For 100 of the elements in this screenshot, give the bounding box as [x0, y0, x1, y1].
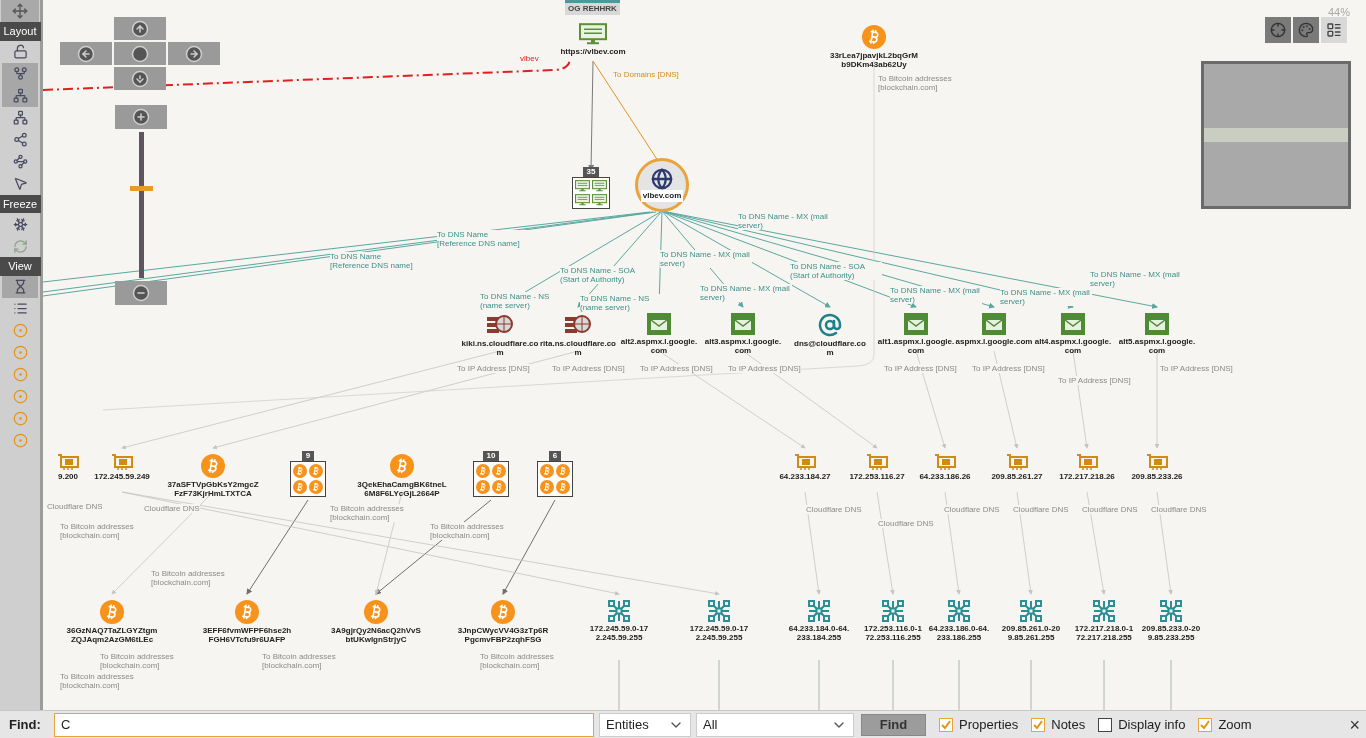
node-label[interactable]: rita.ns.cloudflare.com — [539, 339, 617, 357]
node-label[interactable]: alt2.aspmx.l.google.com — [620, 337, 698, 355]
checkbox[interactable] — [1098, 717, 1113, 732]
node-label[interactable]: 172.253.116.0-172.253.116.255 — [862, 624, 924, 642]
checkbox[interactable] — [939, 717, 953, 732]
pan-left-button[interactable] — [60, 42, 112, 65]
arrow-up-icon — [131, 19, 149, 38]
node-label[interactable]: 33rLea7jpavjkL2bqGrMb9DKm43ab62Uy — [828, 51, 920, 69]
entity-group[interactable] — [537, 461, 573, 497]
node-label[interactable]: dns@cloudflare.com — [791, 339, 869, 357]
node-label[interactable]: alt5.aspmx.l.google.com — [1118, 337, 1196, 355]
mail-server-icon — [982, 313, 1006, 335]
entity-group[interactable] — [290, 461, 326, 497]
scope-dropdown[interactable]: Entities — [599, 712, 691, 737]
pan-center-button[interactable] — [114, 42, 166, 65]
node-label[interactable]: 172.245.59.249 — [88, 472, 156, 481]
filter-dropdown[interactable]: All — [696, 712, 854, 737]
zoom-slider[interactable] — [129, 132, 153, 278]
tree-icon — [12, 110, 28, 125]
node-label[interactable]: 209.85.261.27 — [983, 472, 1051, 481]
network-grid-icon — [882, 600, 904, 622]
entity-group[interactable] — [473, 461, 509, 497]
slider-thumb[interactable] — [129, 185, 153, 191]
edge-label: To DNS Name - SOA (Start of Authority) — [790, 262, 882, 280]
node-label[interactable]: https://vlbev.com — [545, 47, 641, 57]
palette-view-button[interactable] — [1293, 17, 1319, 43]
edge-label: Cloudflare DNS — [806, 505, 862, 514]
bitcoin-icon — [100, 600, 124, 624]
node-label[interactable]: 64.233.186.0-64.233.186.255 — [928, 624, 990, 642]
find-input[interactable]: C — [54, 712, 594, 737]
view-tool[interactable] — [2, 275, 38, 298]
waypoints-icon — [12, 154, 28, 169]
checkmark-icon — [940, 718, 952, 731]
node-label[interactable]: aspmx.l.google.com — [955, 337, 1033, 346]
bitcoin-icon — [293, 480, 307, 494]
node-label[interactable]: 172.253.116.27 — [843, 472, 911, 481]
node-label[interactable]: 3A9gjrQy2N6acQ2hVvSbtUKwlgnStrjyC — [330, 626, 422, 644]
pan-down-button[interactable] — [114, 67, 166, 90]
node-label[interactable]: 36GzNAQ7TaZLGYZtgmZQJAqm2AzGM6tLEc — [66, 626, 158, 644]
edge-label: To DNS Name - MX (mail server) — [738, 212, 830, 230]
node-label[interactable]: 172.245.59.0-172.245.59.255 — [688, 624, 750, 642]
monitor-icon — [575, 194, 590, 206]
checkbox[interactable] — [1031, 717, 1046, 732]
minimap[interactable] — [1201, 61, 1351, 209]
domain-node[interactable]: vlbev.com — [635, 158, 689, 212]
find-button[interactable]: Find — [861, 713, 926, 736]
node-label[interactable]: kiki.ns.cloudflare.com — [461, 339, 539, 357]
node-label[interactable]: 172.217.218.26 — [1053, 472, 1121, 481]
node-label[interactable]: 209.85.261.0-209.85.261.255 — [1000, 624, 1062, 642]
close-button[interactable]: × — [1349, 715, 1360, 734]
list-view-button[interactable] — [1321, 17, 1347, 43]
node-label[interactable]: 3QekEhaCamgBK6tneL6M8F6LYcGjL2664P — [356, 480, 448, 498]
zoom-in-button[interactable] — [115, 105, 167, 129]
edge-label: To IP Address [DNS] — [884, 364, 957, 373]
node-label[interactable]: 64.233.186.26 — [911, 472, 979, 481]
checkbox[interactable] — [1198, 717, 1213, 732]
at-sign-icon — [818, 313, 842, 337]
bitcoin-icon — [492, 464, 506, 478]
arrow-left-icon — [77, 44, 95, 63]
layout-tool[interactable] — [2, 62, 38, 85]
pan-tool[interactable] — [1, 0, 39, 22]
checkbox-label: Notes — [1051, 715, 1086, 734]
node-label[interactable]: 37aSFTVpGbKsY2mgcZFzF73KjrHmLTXTCA — [167, 480, 259, 498]
bitcoin-icon — [364, 600, 388, 624]
checkbox-label: Display info — [1118, 715, 1186, 734]
node-label[interactable]: alt4.aspmx.l.google.com — [1034, 337, 1112, 355]
checkbox-label: Zoom — [1218, 715, 1252, 734]
dot-icon — [12, 389, 28, 404]
node-label[interactable]: 64.233.184.0-64.233.184.255 — [788, 624, 850, 642]
move-icon — [12, 3, 28, 19]
plus-icon — [132, 108, 150, 126]
network-card-icon — [866, 454, 888, 470]
edge-label: To DNS Name - MX (mail server) — [1000, 288, 1092, 306]
section-label: Freeze — [0, 194, 41, 213]
pan-up-button[interactable] — [114, 17, 166, 40]
pan-right-button[interactable] — [168, 42, 220, 65]
target-view-button[interactable] — [1265, 17, 1291, 43]
dot-icon — [12, 411, 28, 426]
entity-group[interactable] — [572, 177, 610, 209]
globe-icon — [651, 168, 673, 190]
edge-label: vlbev — [520, 54, 539, 63]
node-label[interactable]: 3JnpCWycVV4G3zTp6RPgcmvFBP2zqhFSG — [457, 626, 549, 644]
network-card-icon — [57, 454, 79, 470]
bitcoin-icon — [235, 600, 259, 624]
monitor-icon — [579, 23, 607, 46]
zoom-out-button[interactable] — [115, 281, 167, 305]
node-label[interactable]: 64.233.184.27 — [771, 472, 839, 481]
dot-icon — [12, 433, 28, 448]
node-label[interactable]: 3EFF6fvmWFPF6hse2hFGH6VTcfu9r6UAFP — [201, 626, 293, 644]
layout-tool[interactable] — [2, 84, 38, 107]
edge-label: To DNS Name [Reference DNS name] — [437, 230, 529, 248]
dot-icon — [12, 323, 28, 338]
node-note: OG REHHRK — [565, 0, 620, 15]
node-label[interactable]: 172.245.59.0-172.245.59.255 — [588, 624, 650, 642]
node-label[interactable]: 209.85.233.0-209.85.233.255 — [1140, 624, 1202, 642]
node-label[interactable]: alt3.aspmx.l.google.com — [704, 337, 782, 355]
node-label[interactable]: 209.85.233.26 — [1123, 472, 1191, 481]
mail-server-icon — [647, 313, 671, 335]
node-label[interactable]: alt1.aspmx.l.google.com — [877, 337, 955, 355]
node-label[interactable]: 172.217.218.0-172.217.218.255 — [1073, 624, 1135, 642]
